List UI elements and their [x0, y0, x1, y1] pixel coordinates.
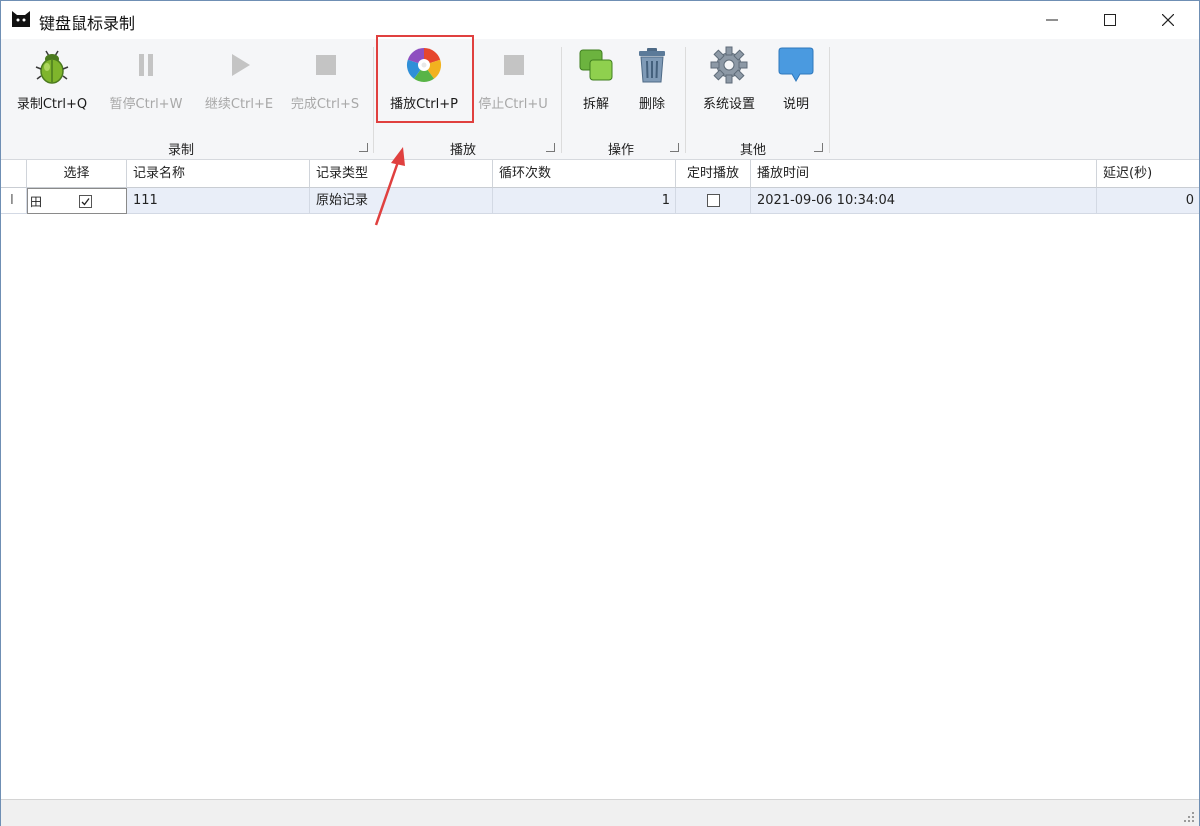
column-header-delay[interactable]: 延迟(秒) — [1097, 160, 1199, 188]
minimize-icon — [1046, 19, 1058, 21]
help-button[interactable]: 说明 — [771, 45, 821, 117]
group-separator — [685, 47, 686, 153]
row-select-cell[interactable]: 田 — [27, 188, 127, 214]
gear-icon — [710, 46, 748, 84]
maximize-button[interactable] — [1081, 1, 1139, 39]
status-bar — [1, 799, 1199, 826]
record-button-label: 录制Ctrl+Q — [16, 97, 88, 112]
column-header-timed[interactable]: 定时播放 — [676, 160, 751, 188]
close-button[interactable] — [1139, 1, 1197, 39]
group-separator — [561, 47, 562, 153]
speech-bubble-icon — [778, 47, 814, 83]
stop-button-label: 停止Ctrl+U — [478, 97, 548, 112]
annotation-arrow-icon — [374, 147, 405, 226]
column-header-loops[interactable]: 循环次数 — [493, 160, 676, 188]
checkmark-icon — [81, 198, 90, 206]
play-time-cell[interactable]: 2021-09-06 10:34:04 — [751, 188, 1097, 214]
column-header-select[interactable]: 选择 — [27, 160, 127, 188]
delete-button[interactable]: 删除 — [629, 45, 675, 117]
row-select-checkbox[interactable] — [79, 195, 92, 208]
group-label-other: 其他 — [739, 143, 766, 158]
resume-button-label: 继续Ctrl+E — [204, 97, 274, 112]
play-icon — [232, 54, 250, 76]
app-window: 键盘鼠标录制 录制Ctrl+Q 暂停Ctrl+W 继续Ctrl+E 完成Ctrl… — [0, 0, 1200, 826]
loop-count-cell[interactable]: 1 — [493, 188, 676, 214]
resume-button[interactable]: 继续Ctrl+E — [197, 45, 281, 117]
record-button[interactable]: 录制Ctrl+Q — [11, 45, 93, 117]
settings-button[interactable]: 系统设置 — [695, 45, 763, 117]
pause-button-label: 暂停Ctrl+W — [109, 97, 183, 112]
timed-play-cell[interactable] — [676, 188, 751, 214]
group-launcher-play[interactable] — [546, 143, 555, 152]
title-bar[interactable]: 键盘鼠标录制 — [1, 1, 1199, 39]
stop-button[interactable]: 停止Ctrl+U — [471, 45, 555, 117]
group-separator — [829, 47, 830, 153]
group-label-record: 录制 — [167, 143, 194, 158]
group-label-operation: 操作 — [607, 143, 634, 158]
copy-blocks-icon — [579, 49, 613, 81]
group-label-play: 播放 — [449, 143, 476, 158]
split-button[interactable]: 拆解 — [573, 45, 619, 117]
window-title: 键盘鼠标录制 — [39, 14, 136, 33]
stop-icon — [504, 55, 524, 75]
timed-play-checkbox[interactable] — [707, 194, 720, 207]
pause-button[interactable]: 暂停Ctrl+W — [103, 45, 189, 117]
row-indicator-header — [1, 160, 27, 188]
minimize-button[interactable] — [1023, 1, 1081, 39]
group-launcher-other[interactable] — [814, 143, 823, 152]
pause-icon — [139, 54, 153, 76]
delete-button-label: 删除 — [638, 97, 665, 112]
help-button-label: 说明 — [782, 97, 809, 112]
split-button-label: 拆解 — [582, 97, 609, 112]
delay-cell[interactable]: 0 — [1097, 188, 1199, 214]
column-header-time[interactable]: 播放时间 — [751, 160, 1097, 188]
settings-button-label: 系统设置 — [702, 97, 755, 112]
finish-button[interactable]: 完成Ctrl+S — [285, 45, 365, 117]
maximize-icon — [1104, 14, 1116, 26]
row-indicator: I — [1, 188, 27, 214]
records-grid: 选择 记录名称 记录类型 循环次数 定时播放 播放时间 延迟(秒) I 田 11… — [1, 160, 1199, 800]
column-header-name[interactable]: 记录名称 — [127, 160, 310, 188]
close-icon — [1162, 14, 1174, 26]
bug-icon — [35, 50, 69, 84]
annotation-highlight-box — [376, 35, 474, 123]
resize-grip-icon[interactable] — [1183, 811, 1195, 823]
ribbon-toolbar: 录制Ctrl+Q 暂停Ctrl+W 继续Ctrl+E 完成Ctrl+S 录制 播… — [1, 39, 1199, 160]
trash-icon — [639, 48, 665, 83]
stop-icon — [316, 55, 336, 75]
group-launcher-operation[interactable] — [670, 143, 679, 152]
record-name-cell[interactable]: 111 — [127, 188, 310, 214]
finish-button-label: 完成Ctrl+S — [290, 97, 360, 112]
cat-logo-icon — [12, 11, 30, 27]
group-separator — [373, 47, 374, 153]
expand-toggle[interactable]: 田 — [30, 195, 42, 209]
